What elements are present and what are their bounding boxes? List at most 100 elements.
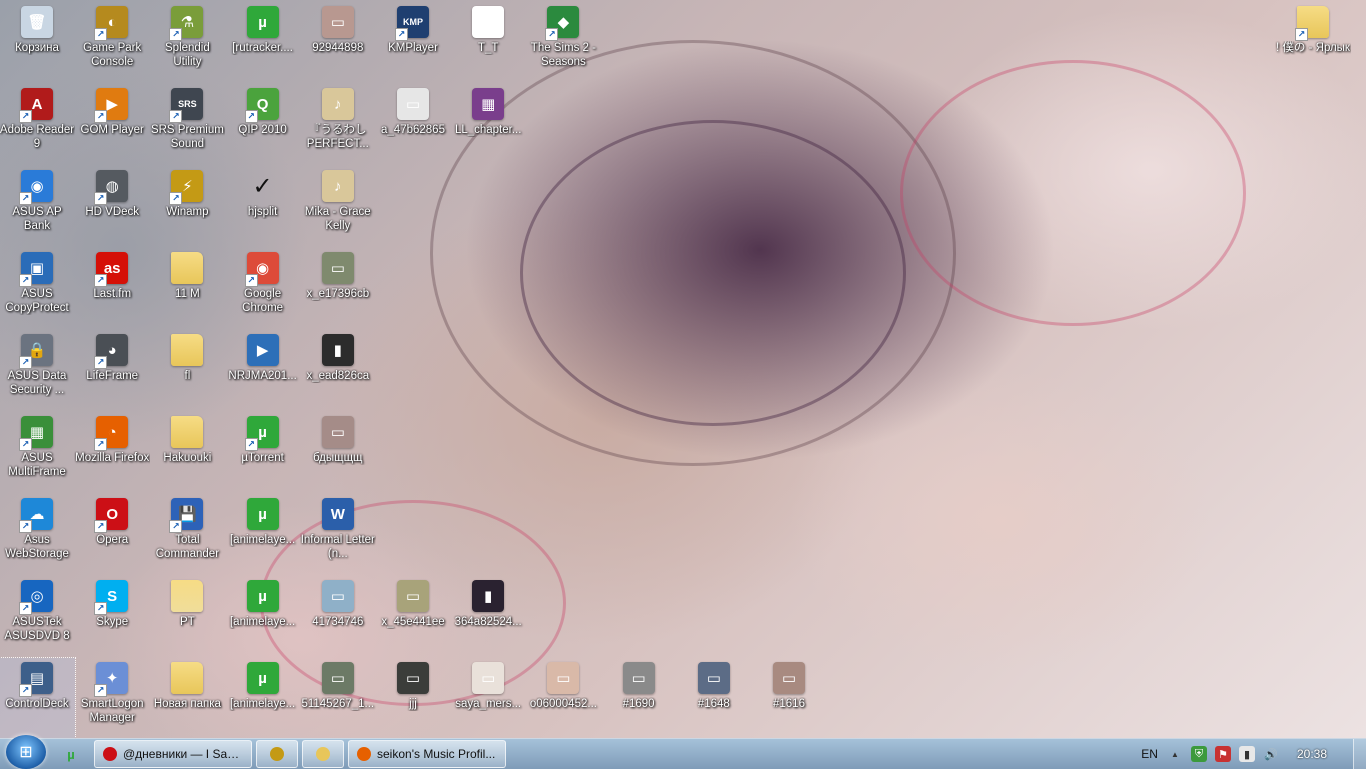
winamp-task-icon [270,747,284,761]
asus-copyprotect-icon: ▣ [19,252,53,287]
desktop-icon[interactable]: Hakuouki [149,412,225,492]
desktop-icon[interactable]: ! 僕の - Ярлык [1275,2,1351,82]
desktop-icon-label: 364a82524... [454,616,522,628]
desktop-icon-label: Opera [96,534,129,546]
desktop-icon[interactable]: 💾Total Commander [149,494,225,574]
desktop-icon[interactable]: OOpera [74,494,150,574]
desktop-icon[interactable]: ◉Google Chrome [225,248,301,328]
language-indicator[interactable]: EN [1141,747,1158,761]
desktop-icon-label: 51145267_1... [301,698,375,710]
desktop-icon[interactable]: ▶GOM Player [74,84,150,164]
desktop-icon[interactable]: ◐Game Park Console [74,2,150,82]
desktop-icon[interactable]: ▭ o06000452... [525,658,601,738]
desktop-icon[interactable]: µ [animelaye... [225,576,301,656]
desktop-icon[interactable]: ▦ LL_chapter... [450,84,526,164]
taskbar-task-button[interactable]: seikon's Music Profil... [348,740,506,768]
desktop-icon[interactable]: 🔒ASUS Data Security ... [0,330,75,410]
lastfm-icon: as [94,252,129,287]
desktop-icon[interactable]: T_T [450,2,526,82]
taskbar-task-button[interactable]: @дневники — I Say ... [94,740,252,768]
network-shield-icon[interactable]: ⛨ [1190,746,1207,762]
desktop-icon[interactable]: ▭ x_45e441ee [375,576,451,656]
folder-icon [171,580,204,612]
desktop-icon[interactable]: ▭ x_e17396cb [300,248,376,328]
desktop-icon[interactable]: ▤ControlDeck [0,657,76,738]
desktop-icon[interactable]: ✓ hjsplit [225,166,301,246]
desktop-icon-label: Skype [96,616,129,628]
desktop-icon[interactable]: ▭ бдыщщщ [300,412,376,492]
taskbar-task-button[interactable] [256,740,298,768]
desktop-icon[interactable]: ◆The Sims 2 - Seasons [525,2,601,82]
desktop-icon[interactable]: fl [149,330,225,410]
game-park-icon: ◐ [94,6,129,41]
desktop-icon[interactable]: Новая папка [149,658,225,738]
desktop-icon[interactable]: µµTorrent [225,412,301,492]
desktop-icon-label: #1690 [622,698,655,710]
desktop-icon[interactable]: ☁Asus WebStorage [0,494,75,574]
desktop-icon[interactable]: ▭ #1690 [601,658,677,738]
desktop-icon[interactable]: ♪ 『うるわし PERFECT... [300,84,376,164]
desktop-icon[interactable]: ▭ 41734746 [300,576,376,656]
desktop-icon[interactable]: µ [animelaye... [225,494,301,574]
desktop-icon[interactable]: ▭ 92944898 [300,2,376,82]
desktop-icon[interactable]: QQIP 2010 [225,84,301,164]
desktop-icon[interactable]: ⚡Winamp [149,166,225,246]
folder-icon [171,334,204,366]
desktop-icon[interactable]: ◍HD VDeck [74,166,150,246]
desktop-icon-label: Asus WebStorage [5,534,69,560]
start-button[interactable]: ⊞ [6,735,46,769]
blank-file-icon [472,6,505,38]
winrar-archive-icon: ▦ [472,88,505,120]
desktop-icon[interactable]: ◎ASUSTek ASUSDVD 8 [0,576,75,656]
desktop-icon[interactable]: 11 M [149,248,225,328]
utorrent-quick-icon[interactable]: µ [60,743,82,765]
desktop-icon[interactable]: ◉ASUS AP Bank [0,166,75,246]
desktop-icon[interactable]: W Informal Letter (n... [300,494,376,574]
desktop-icon[interactable]: µ [animelaye... [225,658,301,738]
desktop-icon-label: 92944898 [312,42,364,54]
desktop-icon[interactable]: ▭ #1648 [676,658,752,738]
desktop-icon-label: [animelaye... [229,616,296,628]
taskbar-task-button[interactable] [302,740,344,768]
show-hidden-icon[interactable]: ▲ [1167,746,1183,762]
show-desktop-button[interactable] [1353,739,1366,769]
desktop-icon[interactable]: ♪ Mika - Grace Kelly [300,166,376,246]
desktop-icon[interactable]: AAdobe Reader 9 [0,84,75,164]
desktop-icon[interactable]: ▭ 51145267_1... [300,658,376,738]
desktop-icon-label: Game Park Console [83,42,142,68]
desktop-icon[interactable]: ▭ #1616 [751,658,827,738]
desktop-icon-label: The Sims 2 - Seasons [530,42,596,68]
desktop-icon-label: SRS Premium Sound [150,124,224,150]
desktop-icon[interactable]: asLast.fm [74,248,150,328]
desktop-icon[interactable]: ▭ a_47b62865 [375,84,451,164]
desktop-icon[interactable]: ⚗Splendid Utility [149,2,225,82]
desktop-icon[interactable]: ▮ 364a82524... [450,576,526,656]
desktop-icon[interactable]: ▭ jjj [375,658,451,738]
desktop-icon[interactable]: KMPKMPlayer [375,2,451,82]
desktop-icon[interactable]: 🗑 Корзина [0,2,75,82]
desktop-icon[interactable]: SSkype [74,576,150,656]
desktop-icon[interactable]: PT [149,576,225,656]
desktop-icon[interactable]: ▶ NRJMA201... [225,330,301,410]
desktop-icon[interactable]: ▦ASUS MultiFrame [0,412,75,492]
desktop-icon-label: KMPlayer [388,42,438,54]
desktop-icon[interactable]: ▣ASUS CopyProtect [0,248,75,328]
quick-launch: µ [46,743,82,765]
desktop-icon-label: Informal Letter (n... [300,534,375,560]
desktop-icon[interactable]: ✦SmartLogon Manager [74,658,150,738]
desktop-icon[interactable]: µ [rutracker.... [225,2,301,82]
desktop-icon[interactable]: ◔Mozilla Firefox [74,412,150,492]
desktop-icon[interactable]: ▭ saya_mers... [450,658,526,738]
asus-multiframe-icon: ▦ [19,416,53,451]
wallpaper-hair-curl [520,120,906,426]
desktop-icon[interactable]: ▮ x_ead826ca [300,330,376,410]
battery-icon[interactable]: ▮ [1238,746,1255,762]
image-file-icon: ▭ [321,662,354,694]
volume-icon[interactable]: 🔊 [1263,746,1279,762]
image-file-icon: ▭ [397,662,429,694]
flag-icon[interactable]: ⚑ [1214,746,1231,762]
desktop-icon[interactable]: SRSSRS Premium Sound [149,84,225,164]
clock[interactable]: 20:38 [1297,747,1327,761]
desktop-icon[interactable]: ◕LifeFrame [74,330,150,410]
folder-shortcut-icon [1295,6,1329,41]
